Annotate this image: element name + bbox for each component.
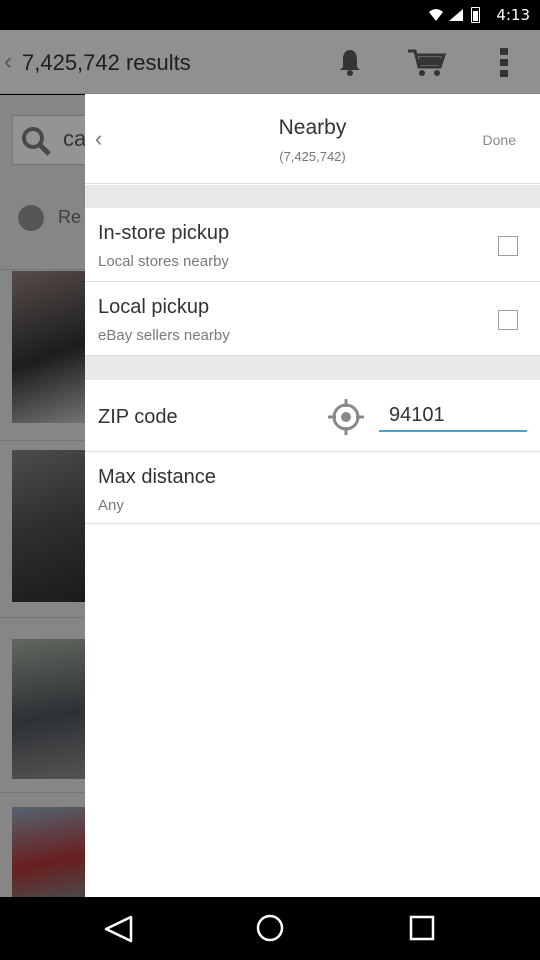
in-store-pickup-row[interactable]: In-store pickup Local stores nearby: [85, 208, 540, 282]
location-target-icon[interactable]: [326, 397, 366, 437]
nav-home-icon[interactable]: [255, 913, 285, 943]
local-pickup-row[interactable]: Local pickup eBay sellers nearby: [85, 282, 540, 356]
local-pickup-checkbox[interactable]: [498, 310, 518, 330]
max-distance-label: Max distance: [98, 466, 216, 488]
wifi-icon: [429, 9, 443, 21]
panel-title: Nearby: [278, 116, 347, 139]
max-distance-row[interactable]: Max distance Any: [85, 452, 540, 524]
signal-icon: [449, 9, 463, 21]
navigation-bar: [0, 897, 540, 960]
zip-code-input[interactable]: [379, 400, 527, 432]
results-count: (7,425,742): [279, 149, 346, 164]
in-store-pickup-checkbox[interactable]: [498, 236, 518, 256]
section-gap: [85, 356, 540, 380]
zip-code-row: ZIP code: [85, 380, 540, 452]
nav-recent-apps-icon[interactable]: [409, 915, 435, 941]
status-bar: 4:13: [0, 0, 540, 30]
local-pickup-sub: eBay sellers nearby: [98, 327, 230, 344]
zip-code-label: ZIP code: [98, 406, 178, 428]
in-store-pickup-label: In-store pickup: [98, 222, 230, 244]
local-pickup-label: Local pickup: [98, 296, 210, 318]
in-store-pickup-sub: Local stores nearby: [98, 253, 229, 270]
section-gap: [85, 185, 540, 208]
nav-back-icon[interactable]: [102, 914, 134, 944]
status-time: 4:13: [496, 6, 530, 24]
done-button[interactable]: Done: [483, 132, 516, 148]
battery-icon: [471, 7, 480, 23]
max-distance-value: Any: [98, 497, 124, 514]
panel-header: ‹ Nearby (7,425,742) Done: [85, 94, 540, 184]
nearby-panel: ‹ Nearby (7,425,742) Done In-store picku…: [85, 94, 540, 897]
